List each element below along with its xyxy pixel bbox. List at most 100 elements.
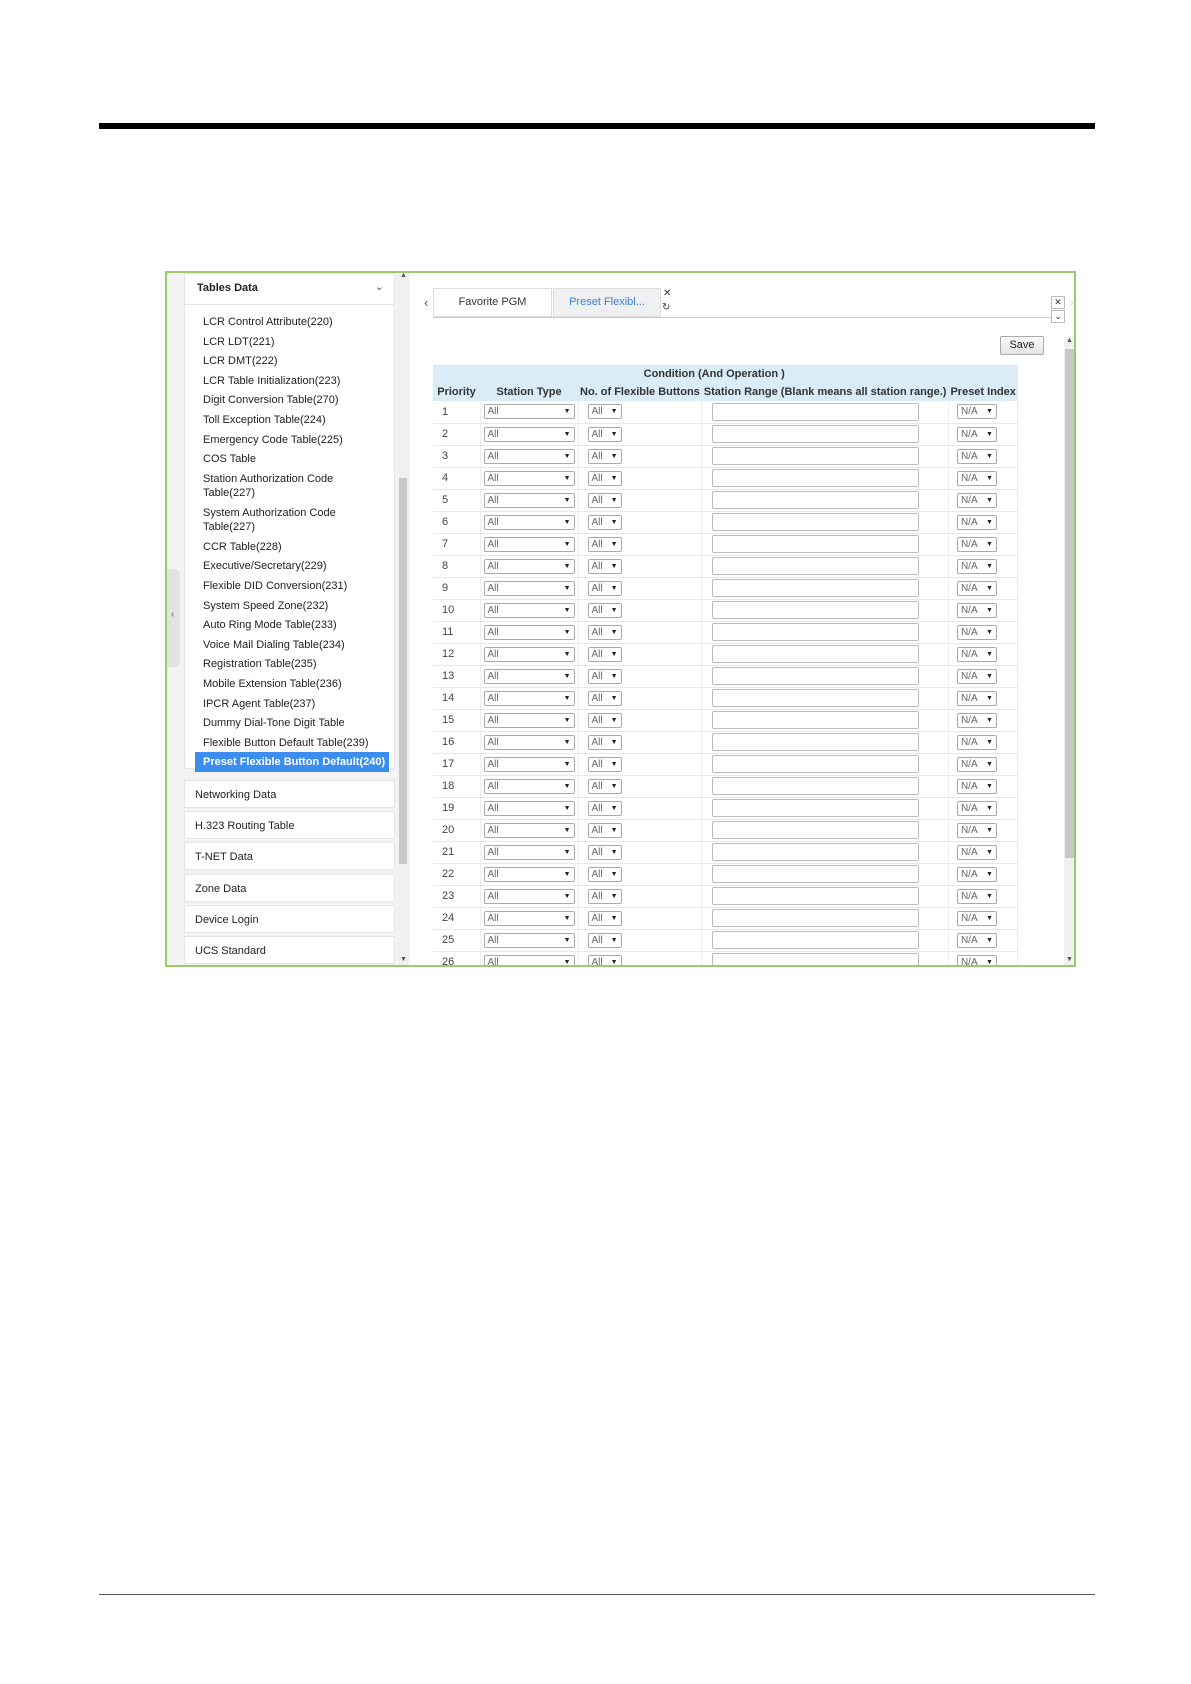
preset-index-select[interactable]: N/A ▼ xyxy=(956,690,997,706)
tab-prev-icon[interactable]: ‹ xyxy=(424,295,428,310)
close-all-icon[interactable]: ✕ xyxy=(1051,296,1065,309)
preset-index-select[interactable]: N/A ▼ xyxy=(956,646,997,662)
flexible-buttons-select[interactable]: All ▼ xyxy=(587,932,622,948)
station-type-select[interactable]: All ▼ xyxy=(483,778,575,794)
preset-index-select[interactable]: N/A ▼ xyxy=(956,624,997,640)
flexible-buttons-select[interactable]: All ▼ xyxy=(587,580,622,596)
sidebar-scroll-thumb[interactable] xyxy=(399,478,407,864)
station-type-select[interactable]: All ▼ xyxy=(483,514,575,530)
station-range-input[interactable] xyxy=(712,579,920,597)
preset-index-select[interactable]: N/A ▼ xyxy=(956,602,997,618)
flexible-buttons-select[interactable]: All ▼ xyxy=(587,602,622,618)
preset-index-select[interactable]: N/A ▼ xyxy=(956,888,997,904)
station-type-select[interactable]: All ▼ xyxy=(483,492,575,508)
station-range-input[interactable] xyxy=(712,843,920,861)
sidebar-item[interactable]: Emergency Code Table(225) xyxy=(203,433,388,447)
sidebar-item[interactable]: LCR LDT(221) xyxy=(203,335,388,349)
flexible-buttons-select[interactable]: All ▼ xyxy=(587,954,622,965)
sidebar-item[interactable]: Auto Ring Mode Table(233) xyxy=(203,618,388,632)
flexible-buttons-select[interactable]: All ▼ xyxy=(587,558,622,574)
sidebar-item[interactable]: COS Table xyxy=(203,452,388,466)
preset-index-select[interactable]: N/A ▼ xyxy=(956,580,997,596)
flexible-buttons-select[interactable]: All ▼ xyxy=(587,470,622,486)
sidebar-item[interactable]: CCR Table(228) xyxy=(203,540,388,554)
flexible-buttons-select[interactable]: All ▼ xyxy=(587,426,622,442)
station-range-input[interactable] xyxy=(712,447,920,465)
station-type-select[interactable]: All ▼ xyxy=(483,888,575,904)
sidebar-item[interactable]: IPCR Agent Table(237) xyxy=(203,697,388,711)
station-type-select[interactable]: All ▼ xyxy=(483,448,575,464)
preset-index-select[interactable]: N/A ▼ xyxy=(956,712,997,728)
flexible-buttons-select[interactable]: All ▼ xyxy=(587,404,622,420)
station-range-input[interactable] xyxy=(712,887,920,905)
flexible-buttons-select[interactable]: All ▼ xyxy=(587,646,622,662)
station-type-select[interactable]: All ▼ xyxy=(483,844,575,860)
station-type-select[interactable]: All ▼ xyxy=(483,690,575,706)
refresh-icon[interactable]: ↻ xyxy=(662,302,670,313)
scroll-up-icon[interactable]: ▲ xyxy=(1066,337,1073,344)
sidebar-item[interactable]: Executive/Secretary(229) xyxy=(203,559,388,573)
sidebar-item[interactable]: Registration Table(235) xyxy=(203,657,388,671)
station-type-select[interactable]: All ▼ xyxy=(483,668,575,684)
preset-index-select[interactable]: N/A ▼ xyxy=(956,800,997,816)
tab-preset-flexible[interactable]: Preset Flexibl... xyxy=(553,288,661,317)
sidebar-item[interactable]: Flexible Button Default Table(239) xyxy=(203,736,388,750)
preset-index-select[interactable]: N/A ▼ xyxy=(956,756,997,772)
station-range-input[interactable] xyxy=(712,402,920,421)
station-type-select[interactable]: All ▼ xyxy=(483,712,575,728)
station-range-input[interactable] xyxy=(712,931,920,949)
station-range-input[interactable] xyxy=(712,711,920,729)
station-range-input[interactable] xyxy=(712,601,920,619)
station-range-input[interactable] xyxy=(712,557,920,575)
station-type-select[interactable]: All ▼ xyxy=(483,734,575,750)
station-type-select[interactable]: All ▼ xyxy=(483,932,575,948)
flexible-buttons-select[interactable]: All ▼ xyxy=(587,492,622,508)
station-range-input[interactable] xyxy=(712,645,920,663)
station-type-select[interactable]: All ▼ xyxy=(483,822,575,838)
flexible-buttons-select[interactable]: All ▼ xyxy=(587,624,622,640)
station-type-select[interactable]: All ▼ xyxy=(483,580,575,596)
station-range-input[interactable] xyxy=(712,953,920,965)
chevron-down-icon[interactable]: ⌄ xyxy=(375,280,384,293)
preset-index-select[interactable]: N/A ▼ xyxy=(956,536,997,552)
station-range-input[interactable] xyxy=(712,865,920,883)
scroll-up-icon[interactable]: ▲ xyxy=(400,273,407,279)
flexible-buttons-select[interactable]: All ▼ xyxy=(587,514,622,530)
station-type-select[interactable]: All ▼ xyxy=(483,536,575,552)
sidebar-item[interactable]: Mobile Extension Table(236) xyxy=(203,677,388,691)
sidebar-item[interactable]: Station Authorization Code Table(227) xyxy=(203,472,343,500)
flexible-buttons-select[interactable]: All ▼ xyxy=(587,888,622,904)
station-range-input[interactable] xyxy=(712,623,920,641)
flexible-buttons-select[interactable]: All ▼ xyxy=(587,822,622,838)
station-range-input[interactable] xyxy=(712,799,920,817)
main-scroll-thumb[interactable] xyxy=(1065,349,1074,858)
preset-index-select[interactable]: N/A ▼ xyxy=(956,470,997,486)
station-type-select[interactable]: All ▼ xyxy=(483,602,575,618)
preset-index-select[interactable]: N/A ▼ xyxy=(956,734,997,750)
scroll-down-icon[interactable]: ▼ xyxy=(400,956,407,963)
tab-favorite-pgm[interactable]: Favorite PGM xyxy=(433,288,552,317)
station-range-input[interactable] xyxy=(712,909,920,927)
flexible-buttons-select[interactable]: All ▼ xyxy=(587,536,622,552)
sidebar-item[interactable]: Toll Exception Table(224) xyxy=(203,413,388,427)
save-button[interactable]: Save xyxy=(1000,336,1044,355)
preset-index-select[interactable]: N/A ▼ xyxy=(956,910,997,926)
sidebar-item[interactable]: Digit Conversion Table(270) xyxy=(203,393,388,407)
preset-index-select[interactable]: N/A ▼ xyxy=(956,558,997,574)
station-range-input[interactable] xyxy=(712,491,920,509)
flexible-buttons-select[interactable]: All ▼ xyxy=(587,800,622,816)
preset-index-select[interactable]: N/A ▼ xyxy=(956,844,997,860)
preset-index-select[interactable]: N/A ▼ xyxy=(956,778,997,794)
preset-index-select[interactable]: N/A ▼ xyxy=(956,448,997,464)
flexible-buttons-select[interactable]: All ▼ xyxy=(587,734,622,750)
collapse-sidebar-button[interactable]: ‹ xyxy=(167,569,180,667)
sidebar-item[interactable]: LCR DMT(222) xyxy=(203,354,388,368)
sidebar-category[interactable]: Networking Data xyxy=(184,780,395,808)
flexible-buttons-select[interactable]: All ▼ xyxy=(587,690,622,706)
station-type-select[interactable]: All ▼ xyxy=(483,404,575,420)
flexible-buttons-select[interactable]: All ▼ xyxy=(587,668,622,684)
close-tab-icon[interactable]: ✕ xyxy=(663,288,671,299)
station-range-input[interactable] xyxy=(712,425,920,443)
station-range-input[interactable] xyxy=(712,733,920,751)
preset-index-select[interactable]: N/A ▼ xyxy=(956,866,997,882)
